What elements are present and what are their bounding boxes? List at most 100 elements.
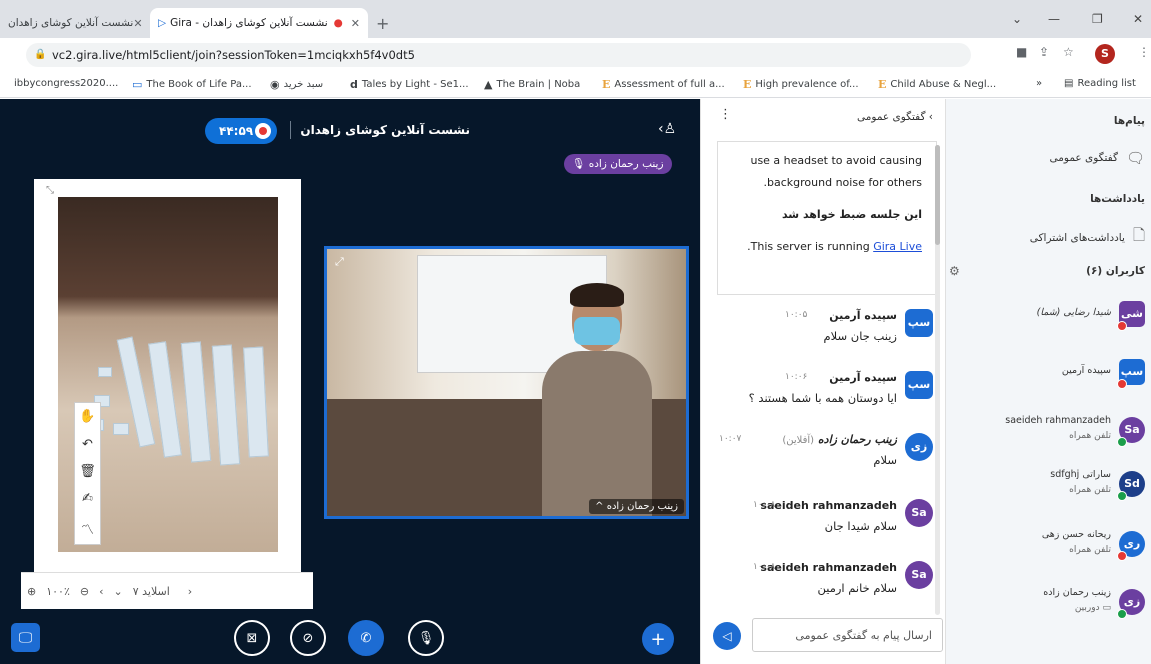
document-icon: 🗋 <box>1132 226 1145 244</box>
user-item[interactable]: سپ سپیده آرمین <box>951 351 1151 395</box>
user-item[interactable]: ری ریحانه حسن زهی تلفن همراه <box>951 523 1151 567</box>
book-icon: ▭ <box>132 78 143 91</box>
previous-slide-icon[interactable]: › <box>188 585 192 598</box>
chevron-down-icon[interactable]: ⌄ <box>1012 12 1022 26</box>
new-tab-button[interactable]: + <box>376 14 389 33</box>
tab-active[interactable]: ▷ Gira - نشست آنلاین کوشای زاهدان ● ✕ <box>150 8 368 38</box>
chat-header: ⋮ گفتگوی عمومی ‹ <box>701 99 947 135</box>
chat-message: Sa saeideh rahmanzadeh ۱۰:۰۸ سلام شیدا ج… <box>713 493 933 543</box>
recording-time: ۴۴:۵۹ <box>219 124 254 138</box>
fullscreen-icon[interactable]: ⤢ <box>335 255 344 269</box>
server-notice-text: .This server is running <box>747 240 874 253</box>
user-item[interactable]: زی زینب رحمان زاده دوربین ▭ <box>951 581 1151 625</box>
minimize-button[interactable]: — <box>1048 12 1060 26</box>
multi-user-icon[interactable]: ✍ <box>82 491 93 506</box>
user-item[interactable]: Sd sdfghj ساراتی تلفن همراه <box>951 463 1151 507</box>
tab-label: Gira - نشست آنلاین کوشای زاهدان <box>170 17 328 29</box>
profile-avatar[interactable]: S <box>1095 44 1115 64</box>
audio-button[interactable]: ✆ <box>348 620 384 656</box>
presentation-stage: ۴۴:۵۹ نشست آنلاین کوشای زاهدان ‹♙ 🎙 زینب… <box>0 99 700 664</box>
send-button[interactable]: ◁ <box>713 622 741 650</box>
reading-list-icon: ▤ <box>1064 78 1074 89</box>
chat-input[interactable]: ارسال پیام به گفتگوی عمومی <box>752 618 943 652</box>
bookmark[interactable]: ◉ سبد خرید <box>270 78 323 91</box>
star-icon[interactable]: ☆ <box>1063 45 1074 59</box>
presentation-area[interactable]: ⤡ ✋ ↶ 🗑 ✍ 〽 <box>34 179 301 574</box>
chat-title[interactable]: گفتگوی عمومی ‹ <box>857 111 933 123</box>
actions-button[interactable]: 🖵 <box>11 623 40 652</box>
chat-message: سپ سپیده آرمین ۱۰:۰۵ زینب جان سلام <box>713 303 933 353</box>
close-tab-icon[interactable]: ✕ <box>133 17 142 30</box>
restore-button[interactable]: ❐ <box>1092 12 1103 26</box>
bookmark-label: Tales by Light - Se1... <box>361 79 469 90</box>
fullscreen-icon[interactable]: ⤡ <box>46 185 54 196</box>
sender-name: سپیده آرمین <box>829 371 897 384</box>
user-item[interactable]: Sa saeideh rahmanzadeh تلفن همراه <box>951 409 1151 453</box>
message-text: زینب جان سلام <box>823 329 897 343</box>
user-name: sdfghj ساراتی <box>1050 469 1111 480</box>
users-toggle-icon[interactable]: ‹♙ <box>658 121 676 137</box>
share-icon[interactable]: ⇪ <box>1039 45 1049 59</box>
bookmark-label: The Book of Life Pa... <box>146 79 252 90</box>
chevron-left-icon: ‹ <box>928 111 933 123</box>
webcam-username[interactable]: ^ زینب رحمان زاده <box>589 499 684 514</box>
close-window-button[interactable]: ✕ <box>1133 12 1143 26</box>
webcam-username-text: زینب رحمان زاده <box>606 501 678 512</box>
public-chat-label: گفتگوی عمومی <box>1049 152 1118 164</box>
webcam-video[interactable]: ⤢ ^ زینب رحمان زاده <box>324 246 689 519</box>
sender-name: (آفلاین) زینب رحمان زاده <box>782 433 897 446</box>
zoom-out-icon[interactable]: ⊖ <box>80 585 89 598</box>
phone-icon: ✆ <box>360 630 372 646</box>
menu-icon[interactable]: ⋮ <box>1138 45 1150 59</box>
camera-icon[interactable]: ■ <box>1016 45 1027 59</box>
bookmark[interactable]: E Assessment of full a... <box>602 78 725 91</box>
paper-strip <box>180 341 212 463</box>
user-device: تلفن همراه <box>1069 545 1111 555</box>
gira-live-link[interactable]: Gira Live <box>873 240 922 253</box>
bookmark[interactable]: ▭ The Book of Life Pa... <box>132 78 252 91</box>
camera-button[interactable]: ⊘ <box>290 620 326 656</box>
avatar: Sa <box>905 561 933 589</box>
chat-options-icon[interactable]: ⋮ <box>719 107 732 122</box>
bookmark[interactable]: ▲ The Brain | Noba <box>484 78 580 91</box>
slide-selector[interactable]: اسلاید ۷ <box>133 585 170 598</box>
public-chat-item[interactable]: گفتگوی عمومی 🗨 <box>1050 149 1145 167</box>
message-time: ۱۰:۰۵ <box>785 310 808 320</box>
url-field[interactable]: vc2.gira.live/html5client/join?sessionTo… <box>26 43 971 67</box>
zoom-in-icon[interactable]: ⊕ <box>27 585 36 598</box>
add-button[interactable]: + <box>642 623 674 655</box>
chart-icon[interactable]: 〽 <box>81 519 94 538</box>
chat-message: Sa saeideh rahmanzadeh ۱۰:۰۸ سلام خانم ا… <box>713 555 933 605</box>
bookmark[interactable]: E High prevalence of... <box>743 78 859 91</box>
gear-icon[interactable]: ⚙ <box>949 264 960 278</box>
chat-message: زی (آفلاین) زینب رحمان زاده ۱۰:۰۷ سلام <box>713 427 933 477</box>
bookmark[interactable]: ibbycongress2020.... <box>14 78 118 89</box>
close-tab-icon[interactable]: ✕ <box>351 17 360 30</box>
more-bookmarks-button[interactable]: » <box>1036 78 1042 89</box>
hand-tool-icon[interactable]: ✋ <box>79 409 95 424</box>
recording-indicator[interactable]: ۴۴:۵۹ <box>205 118 277 144</box>
bookmark[interactable]: E Child Abuse & Negl... <box>878 78 996 91</box>
talker-name: زینب رحمان زاده <box>588 158 664 170</box>
paper-strip <box>211 344 241 466</box>
globe-icon: ◉ <box>270 78 280 91</box>
paper-card <box>98 367 112 377</box>
next-slide-icon[interactable]: ‹ <box>99 585 103 598</box>
reading-list-button[interactable]: ▤ Reading list <box>1064 78 1136 89</box>
user-name: saeideh rahmanzadeh <box>1005 415 1111 426</box>
undo-icon[interactable]: ↶ <box>82 437 93 452</box>
user-name: زینب رحمان زاده <box>1043 587 1111 598</box>
message-text: سلام خانم ارمین <box>817 581 897 595</box>
chevron-down-icon[interactable]: ⌄ <box>113 585 122 598</box>
lock-icon[interactable]: 🔒 <box>34 49 46 60</box>
notes-header: یادداشت‌ها <box>1090 193 1145 205</box>
screen-share-button[interactable]: ⊠ <box>234 620 270 656</box>
chat-scrollbar-thumb[interactable] <box>935 145 940 245</box>
trash-icon[interactable]: 🗑 <box>79 464 96 479</box>
user-item[interactable]: شی شیدا رضایی (شما) <box>951 293 1151 337</box>
tab-inactive[interactable]: نشست آنلاین کوشای زاهدان ✕ <box>0 8 148 38</box>
shared-notes-item[interactable]: یادداشت‌های اشتراکی 🗋 <box>1030 225 1145 250</box>
bookmark[interactable]: d Tales by Light - Se1... <box>350 78 469 91</box>
presentation-icon: 🖵 <box>18 629 33 646</box>
mute-button[interactable]: 🎙 <box>408 620 444 656</box>
